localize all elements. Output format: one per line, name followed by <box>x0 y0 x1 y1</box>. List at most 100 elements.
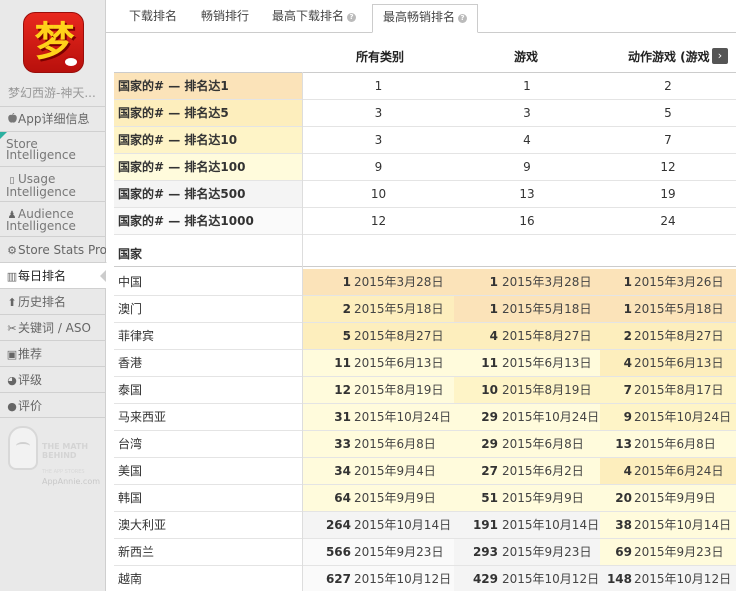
column-header-all-categories[interactable]: 所有类别 <box>350 48 410 68</box>
rank-cell[interactable]: 34 2015年9月4日 <box>303 458 454 484</box>
rank-cell[interactable]: 4 2015年8月27日 <box>454 323 600 349</box>
rank-cell[interactable]: 191 2015年10月14日 <box>454 512 600 538</box>
summary-value[interactable]: 2 <box>600 73 736 99</box>
country-name[interactable]: 中国 <box>114 269 302 295</box>
table-row[interactable]: 中国 1 2015年3月28日 1 2015年3月28日 1 2015年3月26日 <box>114 269 736 296</box>
summary-value[interactable]: 3 <box>454 100 600 126</box>
sidebar-item-featured[interactable]: ▣推荐 <box>0 340 106 366</box>
sidebar-item-reviews[interactable]: ●评价 <box>0 392 106 418</box>
rank-cell[interactable]: 1 2015年3月26日 <box>600 269 736 295</box>
help-icon[interactable]: ? <box>458 14 468 23</box>
rank-cell[interactable]: 11 2015年6月13日 <box>454 350 600 376</box>
country-name[interactable]: 菲律宾 <box>114 323 302 349</box>
scroll-right-icon[interactable]: › <box>712 48 728 64</box>
summary-value[interactable]: 13 <box>454 181 600 207</box>
tab-downloads-rank[interactable]: 下载排名 <box>129 4 177 33</box>
country-name[interactable]: 越南 <box>114 566 302 591</box>
tab-grossing-rank[interactable]: 畅销排行 <box>201 4 249 33</box>
summary-value[interactable]: 1 <box>303 73 454 99</box>
table-row[interactable]: 美国 34 2015年9月4日 27 2015年6月2日 4 2015年6月24日 <box>114 458 736 485</box>
country-name[interactable]: 澳大利亚 <box>114 512 302 538</box>
rank-cell[interactable]: 29 2015年6月8日 <box>454 431 600 457</box>
app-icon[interactable]: 梦 <box>23 12 84 73</box>
rank-cell[interactable]: 13 2015年6月8日 <box>600 431 736 457</box>
column-header-games[interactable]: 游戏 <box>496 48 556 68</box>
country-name[interactable]: 台湾 <box>114 431 302 457</box>
rank-cell[interactable]: 2 2015年8月27日 <box>600 323 736 349</box>
summary-value[interactable]: 12 <box>303 208 454 234</box>
table-row[interactable]: 韩国 64 2015年9月9日 51 2015年9月9日 20 2015年9月9日 <box>114 485 736 512</box>
rank-cell[interactable]: 9 2015年10月24日 <box>600 404 736 430</box>
rank-cell[interactable]: 51 2015年9月9日 <box>454 485 600 511</box>
rank-cell[interactable]: 627 2015年10月12日 <box>303 566 454 591</box>
rank-cell[interactable]: 429 2015年10月12日 <box>454 566 600 591</box>
rank-cell[interactable]: 566 2015年9月23日 <box>303 539 454 565</box>
rank-cell[interactable]: 27 2015年6月2日 <box>454 458 600 484</box>
rank-cell[interactable]: 11 2015年6月13日 <box>303 350 454 376</box>
rank-cell[interactable]: 293 2015年9月23日 <box>454 539 600 565</box>
rank-cell[interactable]: 264 2015年10月14日 <box>303 512 454 538</box>
summary-value[interactable]: 9 <box>303 154 454 180</box>
summary-value[interactable]: 12 <box>600 154 736 180</box>
sidebar-item-keywords-aso[interactable]: ✂关键词 / ASO <box>0 314 106 340</box>
country-name[interactable]: 马来西亚 <box>114 404 302 430</box>
summary-value[interactable]: 5 <box>600 100 736 126</box>
sidebar-item-audience-intelligence[interactable]: ♟ Audience Intelligence <box>0 201 106 236</box>
country-name[interactable]: 泰国 <box>114 377 302 403</box>
rank-cell[interactable]: 69 2015年9月23日 <box>600 539 736 565</box>
rank-cell[interactable]: 4 2015年6月13日 <box>600 350 736 376</box>
country-name[interactable]: 韩国 <box>114 485 302 511</box>
sidebar-item-store-stats-pro[interactable]: ⚙Store Stats Pro <box>0 236 106 262</box>
table-row[interactable]: 泰国 12 2015年8月19日 10 2015年8月19日 7 2015年8月17日 <box>114 377 736 404</box>
table-row[interactable]: 台湾 33 2015年6月8日 29 2015年6月8日 13 2015年6月8日 <box>114 431 736 458</box>
summary-value[interactable]: 16 <box>454 208 600 234</box>
table-row[interactable]: 新西兰 566 2015年9月23日 293 2015年9月23日 69 2015年9月23… <box>114 539 736 566</box>
summary-value[interactable]: 24 <box>600 208 736 234</box>
rank-cell[interactable]: 5 2015年8月27日 <box>303 323 454 349</box>
help-icon[interactable]: ? <box>347 13 357 22</box>
rank-cell[interactable]: 1 2015年5月18日 <box>454 296 600 322</box>
country-name[interactable]: 新西兰 <box>114 539 302 565</box>
rank-cell[interactable]: 148 2015年10月12日 <box>600 566 736 591</box>
table-row[interactable]: 越南 627 2015年10月12日 429 2015年10月12日 148 2015年10… <box>114 566 736 591</box>
rank-cell[interactable]: 7 2015年8月17日 <box>600 377 736 403</box>
tab-top-downloads-rank[interactable]: 最高下载排名? <box>272 4 357 33</box>
country-name[interactable]: 美国 <box>114 458 302 484</box>
summary-value[interactable]: 3 <box>303 127 454 153</box>
summary-value[interactable]: 3 <box>303 100 454 126</box>
sidebar-item-store-intelligence[interactable]: Store Intelligence <box>0 131 106 166</box>
summary-value[interactable]: 4 <box>454 127 600 153</box>
sidebar-item-ratings[interactable]: ◕评级 <box>0 366 106 392</box>
table-row[interactable]: 澳大利亚 264 2015年10月14日 191 2015年10月14日 38 2015年1… <box>114 512 736 539</box>
rank-cell[interactable]: 1 2015年3月28日 <box>303 269 454 295</box>
rank-cell[interactable]: 2 2015年5月18日 <box>303 296 454 322</box>
rank-cell[interactable]: 38 2015年10月14日 <box>600 512 736 538</box>
rank-cell[interactable]: 33 2015年6月8日 <box>303 431 454 457</box>
math-behind-logo[interactable]: THE MATH BEHIND THE APP STORES AppAnnie.… <box>6 422 100 490</box>
rank-cell[interactable]: 4 2015年6月24日 <box>600 458 736 484</box>
rank-cell[interactable]: 1 2015年5月18日 <box>600 296 736 322</box>
tab-top-grossing-rank[interactable]: 最高畅销排名? <box>372 4 479 33</box>
summary-value[interactable]: 19 <box>600 181 736 207</box>
rank-cell[interactable]: 29 2015年10月24日 <box>454 404 600 430</box>
rank-cell[interactable]: 10 2015年8月19日 <box>454 377 600 403</box>
country-name[interactable]: 澳门 <box>114 296 302 322</box>
rank-cell[interactable]: 64 2015年9月9日 <box>303 485 454 511</box>
summary-value[interactable]: 7 <box>600 127 736 153</box>
country-name[interactable]: 香港 <box>114 350 302 376</box>
rank-cell[interactable]: 1 2015年3月28日 <box>454 269 600 295</box>
table-row[interactable]: 菲律宾 5 2015年8月27日 4 2015年8月27日 2 2015年8月27日 <box>114 323 736 350</box>
sidebar-item-historical-rank[interactable]: ⬆历史排名 <box>0 288 106 314</box>
rank-cell[interactable]: 31 2015年10月24日 <box>303 404 454 430</box>
sidebar-item-daily-rank[interactable]: ▥每日排名 <box>0 262 107 288</box>
table-row[interactable]: 澳门 2 2015年5月18日 1 2015年5月18日 1 2015年5月18日 <box>114 296 736 323</box>
table-row[interactable]: 马来西亚 31 2015年10月24日 29 2015年10月24日 9 2015年10月2… <box>114 404 736 431</box>
sidebar-item-app-details[interactable]: App详细信息 <box>0 106 106 131</box>
sidebar-item-usage-intelligence[interactable]: ▯ Usage Intelligence <box>0 166 106 201</box>
summary-value[interactable]: 10 <box>303 181 454 207</box>
table-row[interactable]: 香港 11 2015年6月13日 11 2015年6月13日 4 2015年6月13日 <box>114 350 736 377</box>
summary-value[interactable]: 9 <box>454 154 600 180</box>
rank-cell[interactable]: 12 2015年8月19日 <box>303 377 454 403</box>
rank-cell[interactable]: 20 2015年9月9日 <box>600 485 736 511</box>
summary-value[interactable]: 1 <box>454 73 600 99</box>
